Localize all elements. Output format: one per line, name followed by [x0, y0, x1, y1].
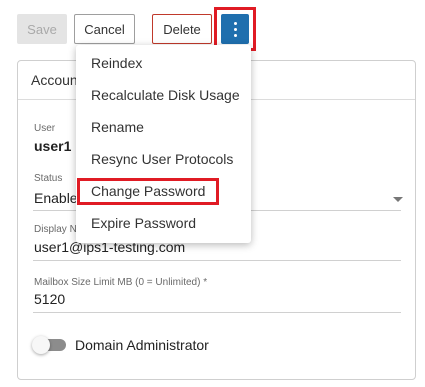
mailbox-limit-label: Mailbox Size Limit MB (0 = Unlimited) * — [34, 277, 208, 288]
user-edit-screen: Save Cancel Delete Account User user1 St… — [0, 0, 425, 387]
vertical-ellipsis-icon — [233, 21, 237, 25]
user-label: User — [34, 123, 56, 134]
display-name-underline — [33, 260, 401, 261]
vertical-ellipsis-icon-dot — [233, 27, 237, 31]
toggle-knob — [32, 336, 50, 354]
menu-item-reindex[interactable]: Reindex — [76, 47, 251, 79]
delete-button[interactable]: Delete — [152, 14, 212, 44]
menu-item-change-password[interactable]: Change Password — [76, 175, 251, 207]
status-label: Status — [34, 173, 63, 184]
menu-item-recalculate-disk-usage[interactable]: Recalculate Disk Usage — [76, 79, 251, 111]
more-actions-button[interactable] — [221, 14, 249, 44]
more-actions-menu: Reindex Recalculate Disk Usage Rename Re… — [76, 45, 251, 243]
menu-item-expire-password[interactable]: Expire Password — [76, 207, 251, 239]
chevron-down-icon[interactable] — [393, 197, 403, 202]
menu-item-rename[interactable]: Rename — [76, 111, 251, 143]
vertical-ellipsis-icon-dot — [233, 33, 237, 37]
card-title: Account — [31, 72, 82, 88]
domain-admin-label: Domain Administrator — [75, 337, 209, 353]
menu-item-resync-user-protocols[interactable]: Resync User Protocols — [76, 143, 251, 175]
mailbox-limit-input[interactable]: 5120 — [34, 291, 65, 307]
cancel-button[interactable]: Cancel — [74, 14, 135, 44]
domain-admin-toggle[interactable] — [32, 336, 66, 354]
save-button[interactable]: Save — [17, 14, 67, 44]
user-value: user1 — [34, 138, 72, 154]
mailbox-limit-underline — [33, 312, 401, 313]
